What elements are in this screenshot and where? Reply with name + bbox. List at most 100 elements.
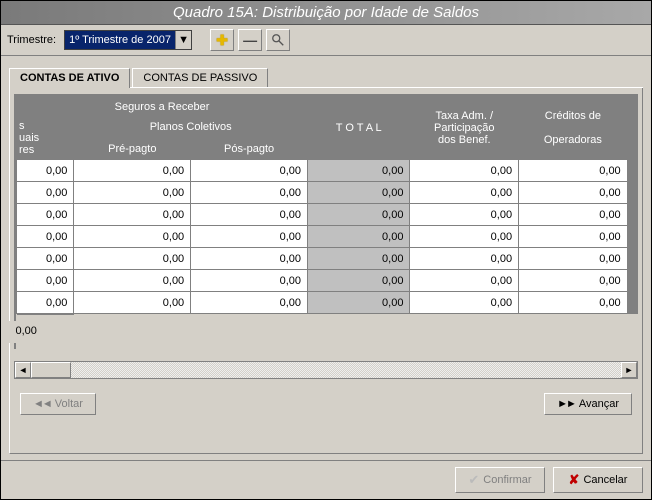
- footer-cell: 0,00: [8, 321, 43, 343]
- table-row[interactable]: 0,000,000,000,000,000,00: [17, 226, 638, 248]
- footer-edge: [52, 321, 66, 343]
- chevron-down-icon[interactable]: ▼: [175, 31, 191, 49]
- add-button[interactable]: ✚: [210, 29, 234, 51]
- header-taxa: Taxa Adm. / Participação dos Benef.: [410, 97, 519, 160]
- dialog-footer: ✔ Confirmar ✘ Cancelar: [1, 460, 651, 499]
- grid-cell[interactable]: 0,00: [191, 270, 308, 292]
- trimestre-combo[interactable]: 1º Trimestre de 2007 ▼: [64, 30, 192, 50]
- scroll-track[interactable]: [71, 362, 621, 378]
- magnify-icon: [271, 33, 285, 47]
- grid-edge: [627, 204, 637, 226]
- scroll-right-button[interactable]: ►: [621, 362, 637, 378]
- grid-cell[interactable]: 0,00: [308, 182, 410, 204]
- next-button-label: Avançar: [579, 398, 619, 410]
- grid-edge: [627, 292, 637, 314]
- table-row[interactable]: 0,000,000,000,000,000,00: [17, 292, 638, 314]
- grid-cell[interactable]: 0,00: [17, 248, 74, 270]
- grid-cell[interactable]: 0,00: [308, 204, 410, 226]
- tab-panel-ativo: Seguros a Receber T O T A L Taxa Adm. / …: [9, 88, 643, 454]
- grid-cell[interactable]: 0,00: [410, 270, 519, 292]
- header-pos: Pós-pagto: [191, 138, 308, 160]
- grid-cell[interactable]: 0,00: [519, 204, 628, 226]
- grid-cell[interactable]: 0,00: [17, 292, 74, 314]
- remove-button[interactable]: —: [238, 29, 262, 51]
- grid-cell[interactable]: 0,00: [74, 248, 191, 270]
- grid-edge: [627, 226, 637, 248]
- window: Quadro 15A: Distribuição por Idade de Sa…: [0, 0, 652, 500]
- scroll-left-button[interactable]: ◄: [15, 362, 31, 378]
- grid-table[interactable]: Seguros a Receber T O T A L Taxa Adm. / …: [16, 96, 638, 349]
- grid-cell[interactable]: 0,00: [74, 270, 191, 292]
- grid-edge: [627, 182, 637, 204]
- check-icon: ✔: [468, 472, 479, 488]
- table-row[interactable]: 0,000,000,000,000,000,00: [17, 270, 638, 292]
- grid-cell[interactable]: 0,00: [308, 270, 410, 292]
- grid-cell[interactable]: 0,00: [410, 160, 519, 182]
- grid-cell[interactable]: 0,00: [191, 204, 308, 226]
- grid-cell[interactable]: 0,00: [74, 160, 191, 182]
- grid-cell[interactable]: 0,00: [191, 182, 308, 204]
- trimestre-label: Trimestre:: [7, 34, 56, 46]
- header-pre: Pré-pagto: [74, 138, 191, 160]
- grid-edge: [627, 160, 637, 182]
- back-button[interactable]: ◄◄ Voltar: [20, 393, 96, 415]
- grid-cell[interactable]: 0,00: [308, 292, 410, 314]
- grid-cell[interactable]: 0,00: [519, 182, 628, 204]
- grid-cell[interactable]: 0,00: [17, 204, 74, 226]
- nav-row: ◄◄ Voltar ►► Avançar: [14, 379, 638, 419]
- grid-cell[interactable]: 0,00: [308, 226, 410, 248]
- grid-cell[interactable]: 0,00: [74, 226, 191, 248]
- next-button[interactable]: ►► Avançar: [544, 393, 632, 415]
- grid-cell[interactable]: 0,00: [308, 160, 410, 182]
- grid-cell[interactable]: 0,00: [519, 160, 628, 182]
- grid-cell[interactable]: 0,00: [191, 226, 308, 248]
- grid-cell[interactable]: 0,00: [410, 204, 519, 226]
- scroll-thumb[interactable]: [31, 362, 71, 378]
- table-row[interactable]: 0,000,000,000,000,000,00: [17, 204, 638, 226]
- grid-cell[interactable]: 0,00: [191, 292, 308, 314]
- grid-cell[interactable]: 0,00: [17, 226, 74, 248]
- grid-cell[interactable]: 0,00: [191, 248, 308, 270]
- grid-cell[interactable]: 0,00: [74, 292, 191, 314]
- grid-cell[interactable]: 0,00: [519, 248, 628, 270]
- grid-edge: [627, 248, 637, 270]
- grid-cell[interactable]: 0,00: [410, 248, 519, 270]
- grid-cell[interactable]: 0,00: [17, 270, 74, 292]
- confirm-button[interactable]: ✔ Confirmar: [455, 467, 545, 493]
- grid-cell[interactable]: 0,00: [410, 292, 519, 314]
- header-leftcut: s uais res: [17, 117, 74, 160]
- grid-cell[interactable]: 0,00: [410, 182, 519, 204]
- table-row[interactable]: 0,000,000,000,000,000,00: [17, 248, 638, 270]
- grid-cell[interactable]: 0,00: [308, 248, 410, 270]
- grid-cell[interactable]: 0,00: [74, 204, 191, 226]
- rewind-icon: ◄◄: [33, 398, 51, 410]
- plus-icon: ✚: [216, 32, 228, 49]
- x-icon: ✘: [569, 472, 580, 488]
- grid-cell[interactable]: 0,00: [17, 160, 74, 182]
- trimestre-value: 1º Trimestre de 2007: [65, 34, 175, 46]
- grid-cell[interactable]: 0,00: [519, 292, 628, 314]
- window-title: Quadro 15A: Distribuição por Idade de Sa…: [1, 1, 651, 25]
- horizontal-scrollbar[interactable]: ◄ ►: [14, 361, 638, 379]
- grid-cell[interactable]: 0,00: [519, 226, 628, 248]
- grid-container: Seguros a Receber T O T A L Taxa Adm. / …: [14, 94, 638, 349]
- table-row[interactable]: 0,000,000,000,000,000,00: [17, 182, 638, 204]
- grid-cell[interactable]: 0,00: [74, 182, 191, 204]
- cancel-label: Cancelar: [583, 474, 627, 486]
- header-creditos: Créditos de Operadoras: [519, 97, 628, 160]
- header-edge: [627, 97, 637, 160]
- confirm-label: Confirmar: [483, 474, 531, 486]
- grid-edge: [627, 270, 637, 292]
- header-planos: Planos Coletivos: [74, 117, 308, 139]
- grid-cell[interactable]: 0,00: [410, 226, 519, 248]
- tab-contas-passivo[interactable]: CONTAS DE PASSIVO: [132, 68, 268, 87]
- grid-cell[interactable]: 0,00: [17, 182, 74, 204]
- table-row[interactable]: 0,000,000,000,000,000,00: [17, 160, 638, 182]
- back-button-label: Voltar: [55, 398, 83, 410]
- grid-cell[interactable]: 0,00: [519, 270, 628, 292]
- search-button[interactable]: [266, 29, 290, 51]
- header-seguros: Seguros a Receber: [17, 97, 308, 117]
- tab-contas-ativo[interactable]: CONTAS DE ATIVO: [9, 68, 130, 88]
- grid-cell[interactable]: 0,00: [191, 160, 308, 182]
- cancel-button[interactable]: ✘ Cancelar: [553, 467, 643, 493]
